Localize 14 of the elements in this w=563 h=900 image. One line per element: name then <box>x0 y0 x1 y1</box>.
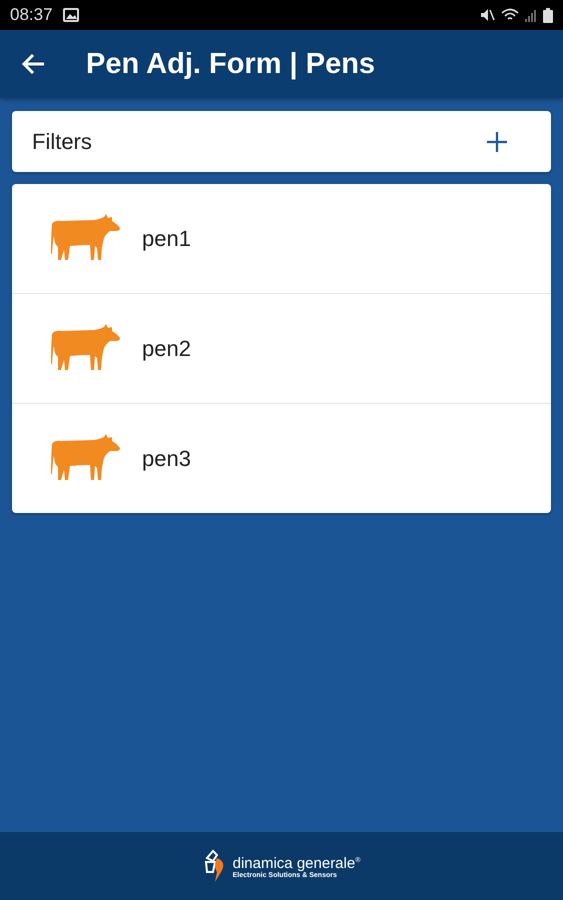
battery-icon <box>543 8 553 22</box>
back-button[interactable] <box>22 53 46 75</box>
pen-item[interactable]: pen1 <box>12 184 551 293</box>
status-time: 08:37 <box>10 5 53 25</box>
pen-item[interactable]: pen2 <box>12 293 551 403</box>
image-icon <box>62 8 79 22</box>
signal-icon <box>525 8 537 22</box>
page-title: Pen Adj. Form | Pens <box>86 48 376 80</box>
pen-item[interactable]: pen3 <box>12 403 551 513</box>
brand-name: dinamica generale$^{®}$ <box>232 854 360 872</box>
add-button[interactable] <box>487 132 507 152</box>
mute-icon <box>479 7 495 23</box>
wifi-icon <box>501 8 519 22</box>
filters-label: Filters <box>32 128 92 154</box>
